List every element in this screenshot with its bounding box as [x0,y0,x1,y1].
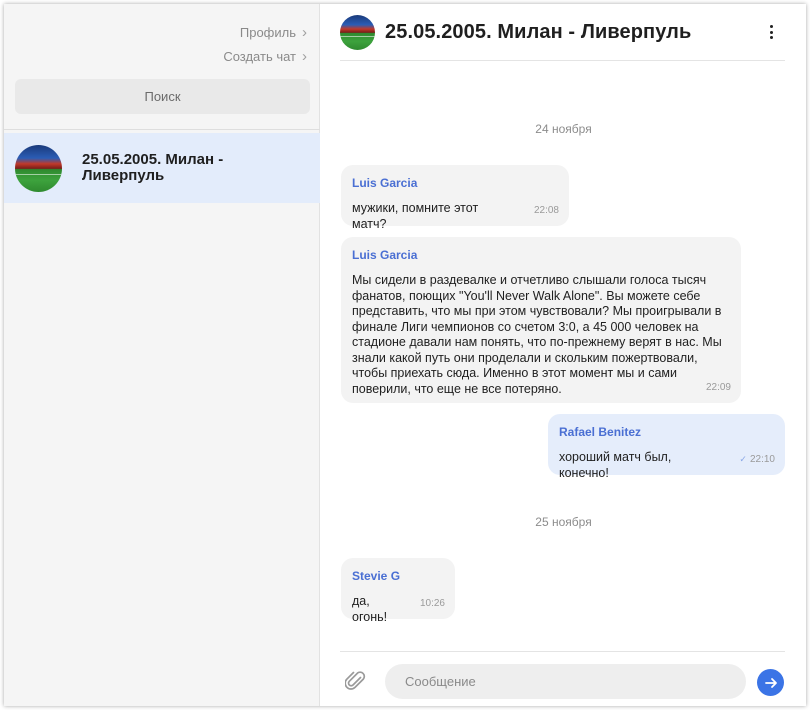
chat-header-avatar [340,14,375,50]
search-button-label: Поиск [144,89,181,104]
message-composer [340,651,785,706]
arrow-right-icon [764,677,777,688]
profile-link-label: Профиль [239,25,296,40]
message-author: Stevie G [352,569,401,583]
chat-avatar [15,144,62,192]
chevron-right-icon: › [302,24,307,41]
chat-header: 25.05.2005. Милан - Ливерпуль [340,4,785,61]
create-chat-link-label: Создать чат [223,49,296,64]
paperclip-icon[interactable] [344,669,367,693]
send-button[interactable] [757,669,784,696]
message-time: 10:26 [419,598,445,609]
message-input[interactable] [385,664,746,699]
message-bubble-outgoing: Rafael Benitez хороший матч был, конечно… [548,414,785,480]
message-meta: ✓ 22:10 [739,454,775,465]
sidebar-divider [4,129,320,130]
message-text: мужики, помните этот матч? [352,201,479,231]
message-text: да, огонь! [352,594,388,624]
check-icon: ✓ [739,454,747,464]
chat-title: 25.05.2005. Милан - Ливерпуль [385,20,692,43]
date-separator: 24 ноября [535,122,592,136]
message-text: Мы сидели в раздевалке и отчетливо слыша… [352,273,722,396]
message-author: Luis Garcia [352,248,418,262]
message-bubble: Stevie G да, огонь! 10:26 [341,558,455,624]
message-time: 22:10 [749,454,775,465]
more-vertical-icon[interactable] [765,22,777,42]
chevron-right-icon: › [302,48,307,65]
message-bubble: Luis Garcia Мы сидели в раздевалке и отч… [341,237,741,403]
sidebar: Профиль › Создать чат › Поиск 25.05.2005… [4,4,320,706]
message-time: 22:09 [705,382,731,393]
date-separator: 25 ноября [535,515,592,529]
app-window: Профиль › Создать чат › Поиск 25.05.2005… [4,4,806,706]
chat-list-item[interactable]: 25.05.2005. Милан - Ливерпуль [4,133,320,203]
message-bubble: Luis Garcia мужики, помните этот матч? 2… [341,165,569,231]
chat-list-item-name: 25.05.2005. Милан - Ливерпуль [82,151,224,184]
profile-link[interactable]: Профиль › [240,25,307,40]
message-author: Luis Garcia [352,176,418,190]
message-time: 22:08 [533,205,559,216]
chat-panel: 25.05.2005. Милан - Ливерпуль 24 ноября … [321,4,806,706]
create-chat-link[interactable]: Создать чат › [223,49,307,64]
message-text: хороший матч был, конечно! [559,450,672,480]
message-author: Rafael Benitez [559,425,642,439]
search-button[interactable]: Поиск [15,79,310,114]
